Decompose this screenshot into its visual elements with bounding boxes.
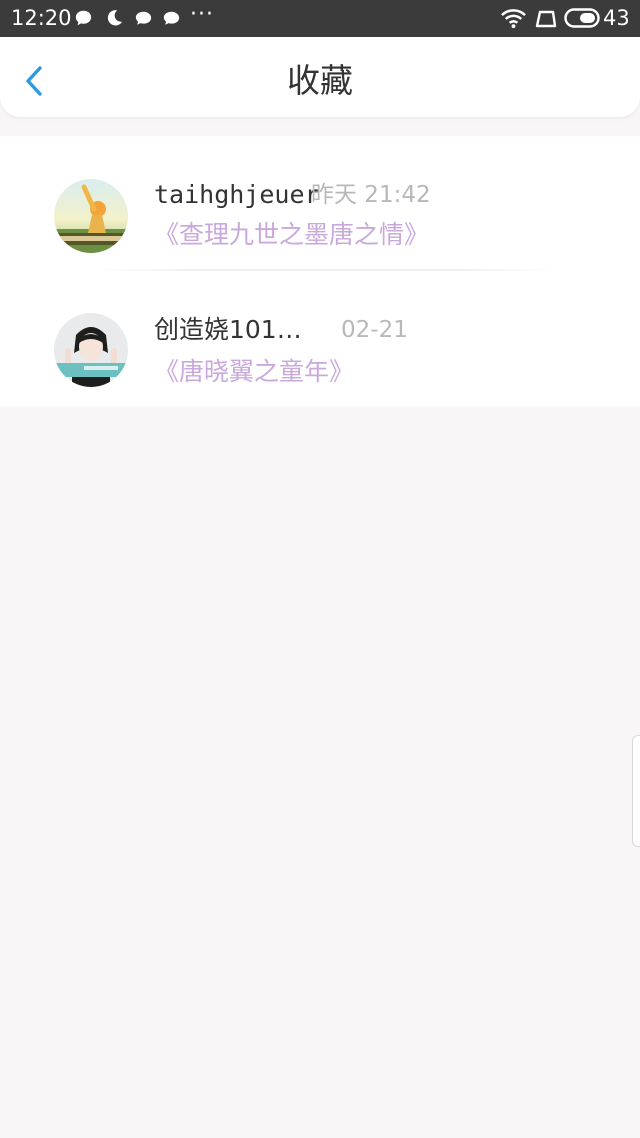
favorite-time: 02-21 xyxy=(341,317,408,343)
status-time: 12:20 xyxy=(11,6,72,30)
page-title: 收藏 xyxy=(287,61,353,100)
edge-drawer-handle[interactable] xyxy=(632,735,640,847)
favorite-work-title[interactable]: 《唐晓翼之童年》 xyxy=(154,355,354,389)
favorite-work-title[interactable]: 《查理九世之墨唐之情》 xyxy=(154,218,429,252)
status-bar: 12:20 ··· 43 xyxy=(0,0,640,37)
favorite-item[interactable]: taihghjeuer 昨天 21:42 《查理九世之墨唐之情》 xyxy=(0,136,640,271)
wifi-icon xyxy=(501,9,526,29)
message-icon-2 xyxy=(163,11,180,25)
more-notifications-icon: ··· xyxy=(190,2,214,27)
avatar xyxy=(54,313,128,387)
favorite-user-name: 创造娆101… xyxy=(154,315,302,344)
favorite-time: 昨天 21:42 xyxy=(311,182,431,208)
favorite-item[interactable]: 创造娆101… 02-21 《唐晓翼之童年》 xyxy=(0,271,640,406)
header: 收藏 xyxy=(0,37,640,117)
favorites-list: taihghjeuer 昨天 21:42 《查理九世之墨唐之情》 创造娆101…… xyxy=(0,136,640,406)
battery-icon xyxy=(564,8,600,28)
message-icon xyxy=(135,11,152,25)
moon-icon xyxy=(107,10,123,26)
avatar xyxy=(54,179,128,253)
favorite-user-name: taihghjeuer xyxy=(154,180,320,209)
screen-rotate-icon xyxy=(535,10,557,28)
chat-bubble-icon xyxy=(75,10,92,26)
battery-level: 43 xyxy=(603,6,630,30)
